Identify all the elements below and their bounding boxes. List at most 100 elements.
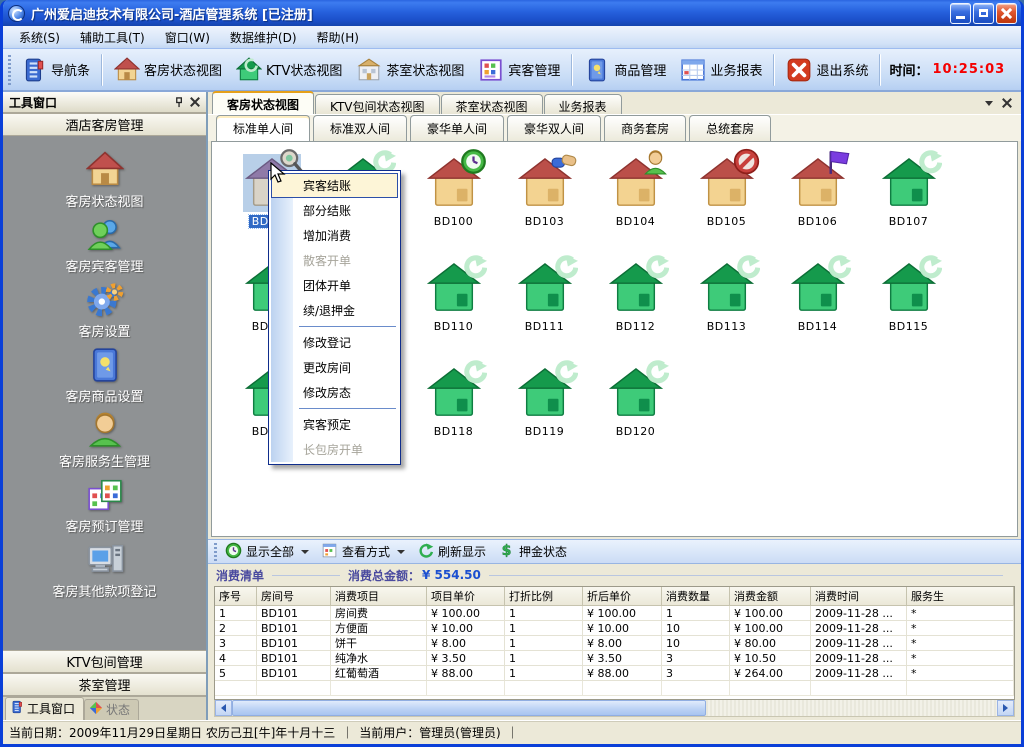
toolbar-button[interactable]: 业务报表	[673, 54, 769, 86]
room-item[interactable]: BD119	[499, 364, 590, 459]
context-menu-item[interactable]: 修改登记	[271, 330, 398, 355]
view-tab[interactable]: 客房状态视图	[212, 91, 314, 114]
table-header-cell[interactable]: 消费数量	[662, 587, 730, 605]
table-row[interactable]: 3BD101饼干¥ 8.001¥ 8.0010¥ 80.002009-11-28…	[215, 636, 1014, 651]
sidebar-item[interactable]: 客房设置	[20, 280, 190, 343]
table-header-cell[interactable]: 房间号	[257, 587, 331, 605]
sidebar-item[interactable]: 客房服务生管理	[20, 410, 190, 473]
menu-item[interactable]: 窗口(W)	[155, 27, 220, 48]
room-item[interactable]: BD100	[408, 154, 499, 249]
table-row[interactable]: 1BD101房间费¥ 100.001¥ 100.001¥ 100.002009-…	[215, 606, 1014, 621]
menu-item[interactable]: 数据维护(D)	[220, 27, 307, 48]
context-menu-item[interactable]: 部分结账	[271, 198, 398, 223]
sidebar-bottom-tab[interactable]: 状态	[84, 699, 139, 720]
toolbar-button[interactable]: 商品管理	[577, 54, 673, 86]
toolbar-button[interactable]: 导航条	[14, 54, 97, 86]
table-header-cell[interactable]: 消费项目	[331, 587, 427, 605]
room-type-tab[interactable]: 商务套房	[604, 115, 686, 141]
sidebar-item[interactable]: 客房其他款项登记	[20, 540, 190, 603]
action-button[interactable]: 刷新显示	[413, 540, 494, 564]
context-menu-item[interactable]: 续/退押金	[271, 298, 398, 323]
context-menu-item[interactable]: 更改房间	[271, 355, 398, 380]
sidebar-bottom-tab[interactable]: 工具窗口	[5, 697, 84, 720]
sidebar-close-icon[interactable]	[187, 95, 202, 110]
sidebar-group-bar[interactable]: KTV包间管理	[3, 650, 206, 673]
toolbar-button[interactable]: KTV状态视图	[229, 54, 349, 86]
room-item[interactable]: BD110	[408, 259, 499, 354]
room-item[interactable]: BD104	[590, 154, 681, 249]
scroll-right-arrow-icon[interactable]	[997, 700, 1014, 716]
toolbar-button[interactable]	[571, 54, 573, 86]
context-menu-item[interactable]: 宾客预定	[271, 412, 398, 437]
table-header-cell[interactable]: 消费金额	[730, 587, 811, 605]
table-header-cell[interactable]: 服务生	[907, 587, 1014, 605]
menu-item[interactable]: 辅助工具(T)	[70, 27, 155, 48]
context-menu-item[interactable]: 修改房态	[271, 380, 398, 405]
toolbar-button[interactable]: 退出系统	[779, 54, 875, 86]
tab-close-icon[interactable]	[999, 95, 1015, 111]
scrollbar-track[interactable]	[232, 700, 997, 716]
room-type-tab[interactable]: 豪华单人间	[410, 115, 504, 141]
table-header-cell[interactable]: 序号	[215, 587, 257, 605]
table-header-cell[interactable]: 打折比例	[505, 587, 583, 605]
sidebar-group-bar[interactable]: 茶室管理	[3, 673, 206, 696]
menu-item[interactable]: 系统(S)	[9, 27, 70, 48]
room-item[interactable]: BD112	[590, 259, 681, 354]
context-menu-item[interactable]: 团体开单	[271, 273, 398, 298]
tab-scroll-down-icon[interactable]	[981, 95, 997, 111]
close-button[interactable]	[996, 3, 1017, 24]
context-menu-item[interactable]: 宾客结账	[271, 173, 398, 198]
room-item[interactable]: BD120	[590, 364, 681, 459]
table-cell: ¥ 10.00	[583, 621, 662, 635]
sidebar-item[interactable]: 客房宾客管理	[20, 215, 190, 278]
table-header-cell[interactable]: 项目单价	[427, 587, 505, 605]
view-tab[interactable]: KTV包间状态视图	[315, 94, 439, 114]
context-menu-item[interactable]: 增加消费	[271, 223, 398, 248]
action-button[interactable]: 显示全部	[221, 540, 317, 564]
action-button[interactable]: $ 押金状态	[494, 540, 575, 564]
toolbar-button[interactable]: 宾客管理	[471, 54, 567, 86]
room-type-tab[interactable]: 总统套房	[689, 115, 771, 141]
room-item[interactable]: BD107	[863, 154, 954, 249]
table-row[interactable]: 5BD101红葡萄酒¥ 88.001¥ 88.003¥ 264.002009-1…	[215, 666, 1014, 681]
context-menu-item[interactable]	[299, 326, 396, 327]
toolbar-button[interactable]	[879, 54, 881, 86]
room-item[interactable]: BD111	[499, 259, 590, 354]
toolbar-button[interactable]	[101, 54, 103, 86]
room-item[interactable]: BD115	[863, 259, 954, 354]
room-item[interactable]: BD118	[408, 364, 499, 459]
room-item[interactable]: BD113	[681, 259, 772, 354]
sidebar-item[interactable]: 客房预订管理	[20, 475, 190, 538]
table-row[interactable]: 4BD101纯净水¥ 3.501¥ 3.503¥ 10.502009-11-28…	[215, 651, 1014, 666]
view-tab[interactable]: 茶室状态视图	[441, 94, 543, 114]
maximize-button[interactable]	[973, 3, 994, 24]
room-status-badge-icon	[551, 253, 578, 280]
room-type-tab[interactable]: 标准双人间	[313, 115, 407, 141]
sidebar-item[interactable]: 客房状态视图	[20, 150, 190, 213]
table-row[interactable]: 2BD101方便面¥ 10.001¥ 10.0010¥ 100.002009-1…	[215, 621, 1014, 636]
room-item[interactable]: BD103	[499, 154, 590, 249]
toolbar-button[interactable]	[773, 54, 775, 86]
table-header-cell[interactable]: 消费时间	[811, 587, 907, 605]
view-tab[interactable]: 业务报表	[544, 94, 622, 114]
action-button[interactable]: 查看方式	[317, 540, 413, 564]
room-type-tab[interactable]: 豪华双人间	[507, 115, 601, 141]
minimize-button[interactable]	[950, 3, 971, 24]
context-menu-item[interactable]: 长包房开单	[271, 437, 398, 462]
room-type-tab[interactable]: 标准单人间	[216, 115, 310, 141]
scrollbar-thumb[interactable]	[232, 700, 706, 716]
toolbar-button[interactable]: 茶室状态视图	[349, 54, 471, 86]
room-item[interactable]: BD105	[681, 154, 772, 249]
scroll-left-arrow-icon[interactable]	[215, 700, 232, 716]
table-header-cell[interactable]: 折后单价	[583, 587, 662, 605]
sidebar-group-hotel-rooms[interactable]: 酒店客房管理	[3, 113, 206, 136]
context-menu-item[interactable]: 散客开单	[271, 248, 398, 273]
toolbar-button[interactable]: 客房状态视图	[107, 54, 229, 86]
pin-icon[interactable]	[172, 95, 187, 110]
room-item[interactable]: BD106	[772, 154, 863, 249]
menu-item[interactable]: 帮助(H)	[307, 27, 369, 48]
sidebar-item[interactable]: 客房商品设置	[20, 345, 190, 408]
table-cell: ¥ 3.50	[583, 651, 662, 665]
context-menu-item[interactable]	[299, 408, 396, 409]
room-item[interactable]: BD114	[772, 259, 863, 354]
